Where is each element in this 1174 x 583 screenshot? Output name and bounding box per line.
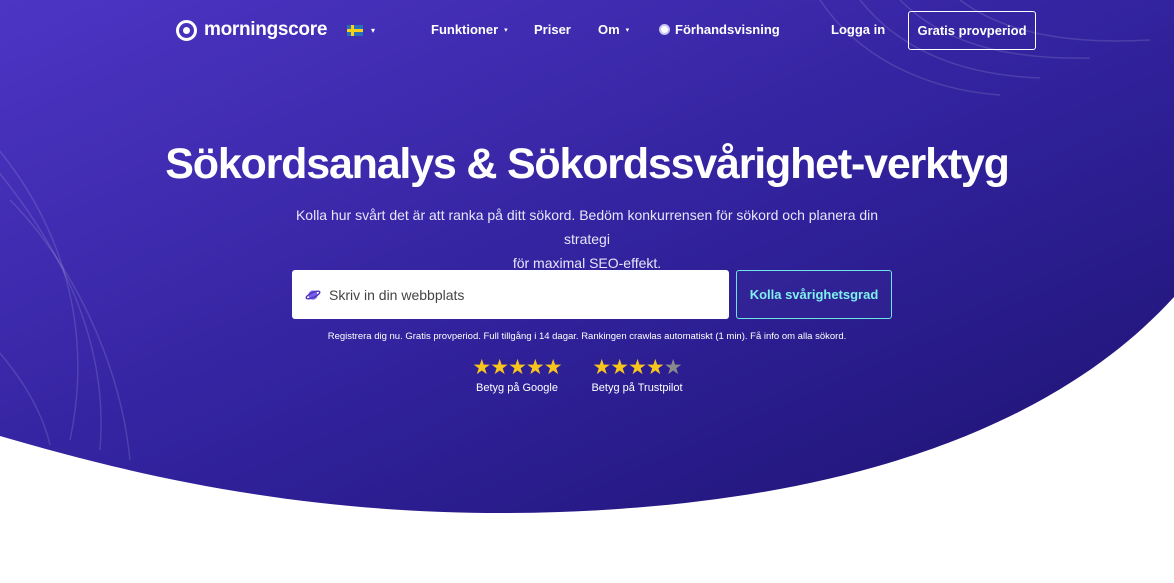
google-rating-label: Betyg på Google	[476, 382, 558, 394]
hero-subtitle: Kolla hur svårt det är att ranka på ditt…	[287, 203, 887, 275]
language-selector[interactable]: ▾	[347, 25, 375, 36]
website-search-box[interactable]	[292, 270, 729, 319]
trustpilot-rating[interactable]: ★★★★★ Betyg på Trustpilot	[584, 357, 690, 394]
check-difficulty-button[interactable]: Kolla svårighetsgrad	[736, 270, 892, 319]
hero-section: morningscore ▾ Funktioner ▾ Priser Om ▾ …	[0, 0, 1174, 583]
signup-note: Registrera dig nu. Gratis provperiod. Fu…	[327, 331, 847, 342]
nav-about-label: Om	[598, 22, 620, 37]
brand-logo[interactable]: morningscore	[176, 19, 327, 41]
chevron-down-icon: ▾	[504, 26, 508, 34]
star-rating-icon: ★★★★★	[472, 356, 562, 379]
page-title: Sökordsanalys & Sökordssvårighet-verktyg	[165, 140, 1010, 188]
nav-pricing-link[interactable]: Priser	[534, 22, 571, 37]
website-input[interactable]	[329, 286, 709, 303]
nav-features-menu[interactable]: Funktioner ▾	[431, 22, 508, 37]
planet-icon	[305, 289, 321, 300]
chevron-down-icon: ▾	[371, 26, 376, 35]
star-rating-icon: ★★★★★	[592, 356, 682, 379]
login-label: Logga in	[831, 22, 886, 37]
hero-subtitle-line-1: Kolla hur svårt det är att ranka på ditt…	[295, 207, 879, 247]
nav-features-label: Funktioner	[431, 22, 499, 37]
nav-preview-link[interactable]: Förhandsvisning	[659, 22, 780, 37]
brand-name: morningscore	[204, 19, 328, 40]
chevron-down-icon: ▾	[625, 26, 630, 34]
nav-pricing-label: Priser	[534, 22, 571, 37]
preview-dot-icon	[659, 24, 670, 35]
top-navigation: morningscore ▾ Funktioner ▾ Priser Om ▾ …	[0, 0, 1174, 62]
google-rating[interactable]: ★★★★★ Betyg på Google	[472, 357, 562, 394]
login-link[interactable]: Logga in	[831, 22, 885, 37]
trustpilot-rating-label: Betyg på Trustpilot	[591, 382, 683, 394]
nav-about-menu[interactable]: Om ▾	[598, 22, 629, 37]
nav-preview-label: Förhandsvisning	[675, 22, 780, 37]
free-trial-button[interactable]: Gratis provperiod	[908, 11, 1036, 50]
sweden-flag-icon	[347, 25, 363, 36]
logo-icon	[176, 19, 197, 41]
